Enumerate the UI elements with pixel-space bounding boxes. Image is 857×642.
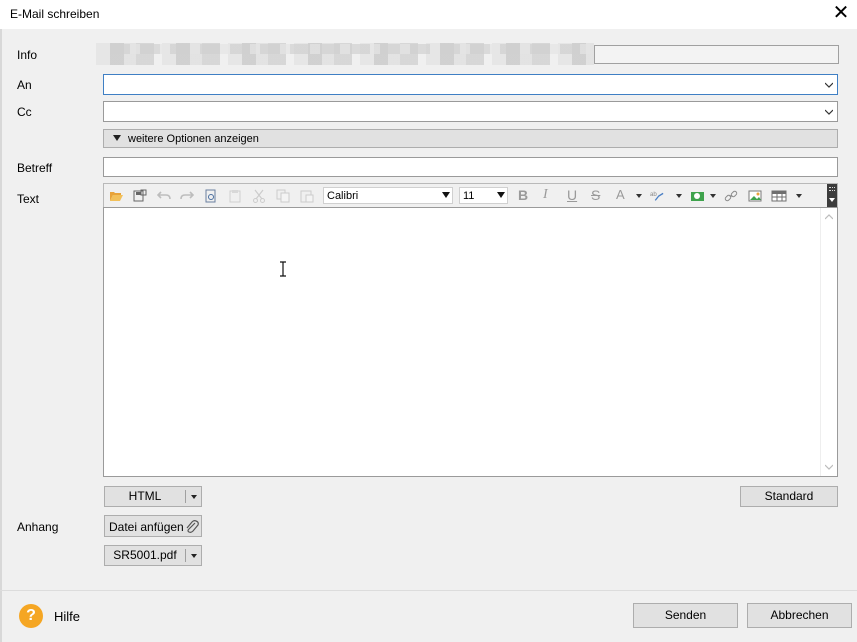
link-icon[interactable] — [724, 189, 738, 203]
overflow-chevron-icon — [829, 198, 835, 202]
attach-file-button[interactable]: Datei anfügen — [104, 515, 202, 537]
text-label: Text — [17, 192, 40, 206]
editor-scrollbar[interactable] — [820, 208, 837, 476]
info-redacted-overlay — [110, 44, 590, 54]
dropdown-arrow-icon[interactable] — [497, 192, 505, 198]
format-value: HTML — [128, 489, 162, 503]
cancel-button[interactable]: Abbrechen — [747, 603, 852, 628]
footer-divider — [0, 590, 857, 591]
font-color-button[interactable]: A — [616, 187, 625, 202]
toolbar-overflow-handle[interactable] — [827, 184, 837, 207]
cc-label: Cc — [17, 105, 32, 119]
insert-table-icon[interactable] — [771, 189, 787, 203]
undo-icon[interactable] — [157, 189, 171, 203]
cut-icon[interactable] — [252, 189, 266, 203]
help-label[interactable]: Hilfe — [54, 609, 80, 624]
spellcheck-icon[interactable]: ab — [650, 189, 664, 203]
dropdown-arrow-icon[interactable] — [191, 554, 197, 558]
table-dropdown-icon[interactable] — [796, 194, 802, 198]
font-size-select[interactable]: 11 — [459, 187, 508, 204]
attachment-file-name: SR5001.pdf — [113, 548, 177, 562]
print-preview-icon[interactable] — [204, 189, 218, 203]
chevron-down-icon[interactable] — [825, 108, 833, 116]
split-separator — [185, 549, 186, 562]
strikethrough-button[interactable]: S — [591, 187, 600, 203]
info-field — [594, 45, 839, 64]
scroll-down-icon[interactable] — [825, 464, 833, 470]
highlight-dropdown-icon[interactable] — [710, 194, 716, 198]
help-icon[interactable]: ? — [19, 604, 43, 628]
scroll-up-icon[interactable] — [825, 214, 833, 220]
subject-input[interactable] — [103, 157, 838, 177]
font-family-value: Calibri — [327, 190, 359, 202]
paste-special-icon[interactable] — [228, 189, 242, 203]
chevron-down-icon[interactable] — [825, 81, 833, 89]
message-editor[interactable] — [103, 207, 838, 477]
info-label: Info — [17, 48, 38, 62]
format-select[interactable]: HTML — [104, 486, 202, 507]
dropdown-arrow-icon[interactable] — [191, 495, 197, 499]
to-dropdown[interactable] — [103, 74, 838, 95]
editor-toolbar: Calibri 11 B I U S A ab — [103, 183, 838, 207]
font-size-value: 11 — [463, 190, 475, 202]
dropdown-arrow-icon[interactable] — [442, 192, 450, 198]
save-template-icon[interactable] — [133, 189, 147, 203]
cc-dropdown[interactable] — [103, 101, 838, 122]
redo-icon[interactable] — [180, 189, 194, 203]
close-icon[interactable]: ✕ — [830, 3, 852, 25]
insert-image-icon[interactable] — [748, 189, 762, 203]
font-family-select[interactable]: Calibri — [323, 187, 453, 204]
attachments-label: Anhang — [17, 520, 59, 534]
italic-button[interactable]: I — [543, 187, 548, 203]
title-bar — [0, 0, 857, 29]
window-border — [0, 29, 2, 642]
paperclip-icon — [186, 520, 199, 533]
more-options-toggle[interactable]: weitere Optionen anzeigen — [103, 129, 838, 148]
subject-label: Betreff — [17, 161, 53, 175]
font-color-dropdown-icon[interactable] — [636, 194, 642, 198]
standard-button[interactable]: Standard — [740, 486, 838, 507]
split-separator — [185, 490, 186, 503]
attach-file-label: Datei anfügen — [109, 520, 184, 534]
window-title: E-Mail schreiben — [10, 7, 100, 21]
bold-button[interactable]: B — [518, 187, 528, 203]
attachment-file-item[interactable]: SR5001.pdf — [104, 545, 202, 566]
copy-icon[interactable] — [276, 189, 290, 203]
triangle-down-icon — [113, 135, 121, 141]
text-cursor-icon — [280, 261, 286, 277]
send-button[interactable]: Senden — [633, 603, 738, 628]
spellcheck-dropdown-icon[interactable] — [676, 194, 682, 198]
more-options-label: weitere Optionen anzeigen — [128, 133, 259, 145]
underline-button[interactable]: U — [567, 187, 577, 203]
svg-text:ab: ab — [650, 191, 657, 198]
to-label: An — [17, 78, 32, 92]
open-folder-icon[interactable] — [109, 189, 123, 203]
paste-icon[interactable] — [300, 189, 314, 203]
highlight-color-icon[interactable] — [690, 189, 708, 203]
